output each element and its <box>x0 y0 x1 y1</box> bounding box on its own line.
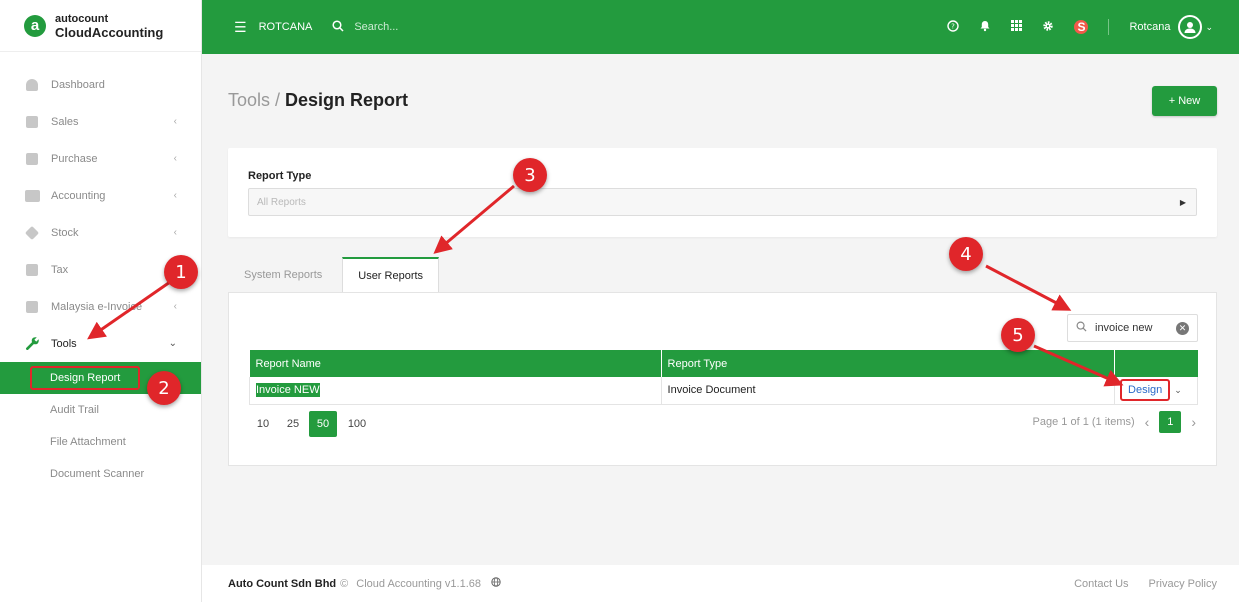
tab-user-reports[interactable]: User Reports <box>342 257 440 293</box>
svg-text:?: ? <box>952 22 956 30</box>
privacy-policy-link[interactable]: Privacy Policy <box>1149 578 1217 590</box>
table-card: invoice new ✕ Report Name Report Type In… <box>228 292 1217 466</box>
search-icon[interactable] <box>332 19 344 35</box>
report-type-label: Report Type <box>248 170 312 182</box>
cell-report-name[interactable]: Invoice NEW <box>249 377 662 405</box>
sidebar-item-tools[interactable]: Tools ⌄ <box>0 325 201 362</box>
stock-icon <box>24 225 40 240</box>
report-tabs: System Reports User Reports <box>228 256 440 293</box>
sidebar-item-stock[interactable]: Stock ‹ <box>0 214 201 251</box>
page-summary: Page 1 of 1 (1 items) <box>1032 416 1135 428</box>
column-header-actions <box>1114 350 1198 377</box>
globe-icon[interactable] <box>491 577 501 590</box>
filter-card: Report Type All Reports ▶ <box>228 148 1217 237</box>
sales-icon <box>24 115 40 129</box>
hamburger-menu-icon[interactable]: ☰ <box>234 19 247 36</box>
report-type-value: All Reports <box>257 196 306 208</box>
annotation-marker-4: 4 <box>949 237 983 271</box>
annotation-marker-5: 5 <box>1001 318 1035 352</box>
company-name[interactable]: ROTCANA <box>259 21 313 33</box>
dashboard-icon <box>24 78 40 92</box>
table-search-input[interactable]: invoice new ✕ <box>1067 314 1198 342</box>
topbar-divider <box>1108 19 1110 35</box>
sidebar: a autocount CloudAccounting Dashboard Sa… <box>0 0 202 602</box>
annotation-marker-2: 2 <box>147 371 181 405</box>
page-number-current[interactable]: 1 <box>1159 411 1182 433</box>
chevron-down-icon: ⌄ <box>168 338 177 349</box>
contact-us-link[interactable]: Contact Us <box>1074 578 1128 590</box>
caret-right-icon: ▶ <box>1179 197 1186 207</box>
sidebar-subitem-file-attachment[interactable]: File Attachment <box>0 426 201 458</box>
new-report-button[interactable]: + New <box>1152 86 1217 116</box>
search-icon <box>1076 321 1087 335</box>
tab-system-reports[interactable]: System Reports <box>228 256 338 293</box>
cell-report-type: Invoice Document <box>661 377 1116 405</box>
chevron-down-icon[interactable]: ⌄ <box>1174 385 1182 395</box>
sidebar-item-purchase[interactable]: Purchase ‹ <box>0 140 201 177</box>
gear-icon[interactable] <box>1042 20 1054 35</box>
bell-icon[interactable] <box>979 20 991 35</box>
wrench-icon <box>24 337 40 351</box>
design-button[interactable]: Design <box>1120 379 1171 402</box>
footer-version: Cloud Accounting v1.1.68 <box>356 577 482 590</box>
clear-search-icon[interactable]: ✕ <box>1176 321 1189 335</box>
cell-actions: Design ⌄ <box>1114 377 1198 405</box>
reports-table: Report Name Report Type Invoice NEW Invo… <box>249 350 1198 405</box>
sidebar-item-dashboard[interactable]: Dashboard <box>0 66 201 103</box>
page-title: Tools / Design Report <box>228 90 408 111</box>
page-size-25[interactable]: 25 <box>279 411 307 437</box>
chevron-down-icon[interactable]: ⌄ <box>1205 22 1213 33</box>
avatar[interactable] <box>1178 15 1203 39</box>
next-page-icon[interactable]: › <box>1191 414 1196 430</box>
table-search-value: invoice new <box>1095 322 1153 334</box>
page-size-50[interactable]: 50 <box>309 411 337 437</box>
user-name[interactable]: Rotcana <box>1129 21 1170 33</box>
page-size-selector: 10 25 50 100 <box>249 411 377 437</box>
top-bar: ☰ ROTCANA Search... ? S Rotcana ⌄ <box>202 0 1239 54</box>
table-row[interactable]: Invoice NEW Invoice Document Design ⌄ <box>249 377 1198 405</box>
purchase-icon <box>24 152 40 166</box>
annotation-marker-3: 3 <box>513 158 547 192</box>
sidebar-item-accounting[interactable]: Accounting ‹ <box>0 177 201 214</box>
accounting-icon <box>24 189 40 203</box>
chevron-left-icon: ‹ <box>173 116 177 127</box>
column-header-report-name[interactable]: Report Name <box>249 350 662 377</box>
chevron-left-icon: ‹ <box>173 301 177 312</box>
help-icon[interactable]: ? <box>947 19 960 35</box>
global-search-input[interactable]: Search... <box>354 21 398 33</box>
chevron-left-icon: ‹ <box>173 227 177 238</box>
chevron-left-icon: ‹ <box>173 153 177 164</box>
status-badge[interactable]: S <box>1074 20 1089 34</box>
page-size-100[interactable]: 100 <box>339 411 375 437</box>
footer-company: Auto Count Sdn Bhd <box>228 577 337 590</box>
apps-grid-icon[interactable] <box>1011 20 1023 34</box>
brand-logo[interactable]: a autocount CloudAccounting <box>0 0 201 52</box>
pagination: Page 1 of 1 (1 items) ‹ 1 › <box>1033 411 1196 433</box>
page-title-current: Design Report <box>285 90 409 110</box>
autocount-logo-icon: a <box>24 14 46 37</box>
tax-icon <box>24 263 40 277</box>
sidebar-item-sales[interactable]: Sales ‹ <box>0 103 201 140</box>
chevron-left-icon: ‹ <box>173 190 177 201</box>
brand-line1: autocount <box>55 12 109 25</box>
einvoice-icon <box>24 300 40 314</box>
report-type-select[interactable]: All Reports ▶ <box>248 188 1197 216</box>
breadcrumb[interactable]: Tools / <box>228 90 285 110</box>
footer-copyright: © <box>340 577 349 590</box>
brand-line2: CloudAccounting <box>55 24 164 40</box>
page-size-10[interactable]: 10 <box>249 411 277 437</box>
prev-page-icon[interactable]: ‹ <box>1145 414 1150 430</box>
annotation-marker-1: 1 <box>164 255 198 289</box>
sidebar-subitem-document-scanner[interactable]: Document Scanner <box>0 458 201 490</box>
column-header-report-type[interactable]: Report Type <box>661 350 1116 377</box>
footer: Auto Count Sdn Bhd © Cloud Accounting v1… <box>202 565 1239 602</box>
sidebar-item-einvoice[interactable]: Malaysia e-Invoice ‹ <box>0 288 201 325</box>
